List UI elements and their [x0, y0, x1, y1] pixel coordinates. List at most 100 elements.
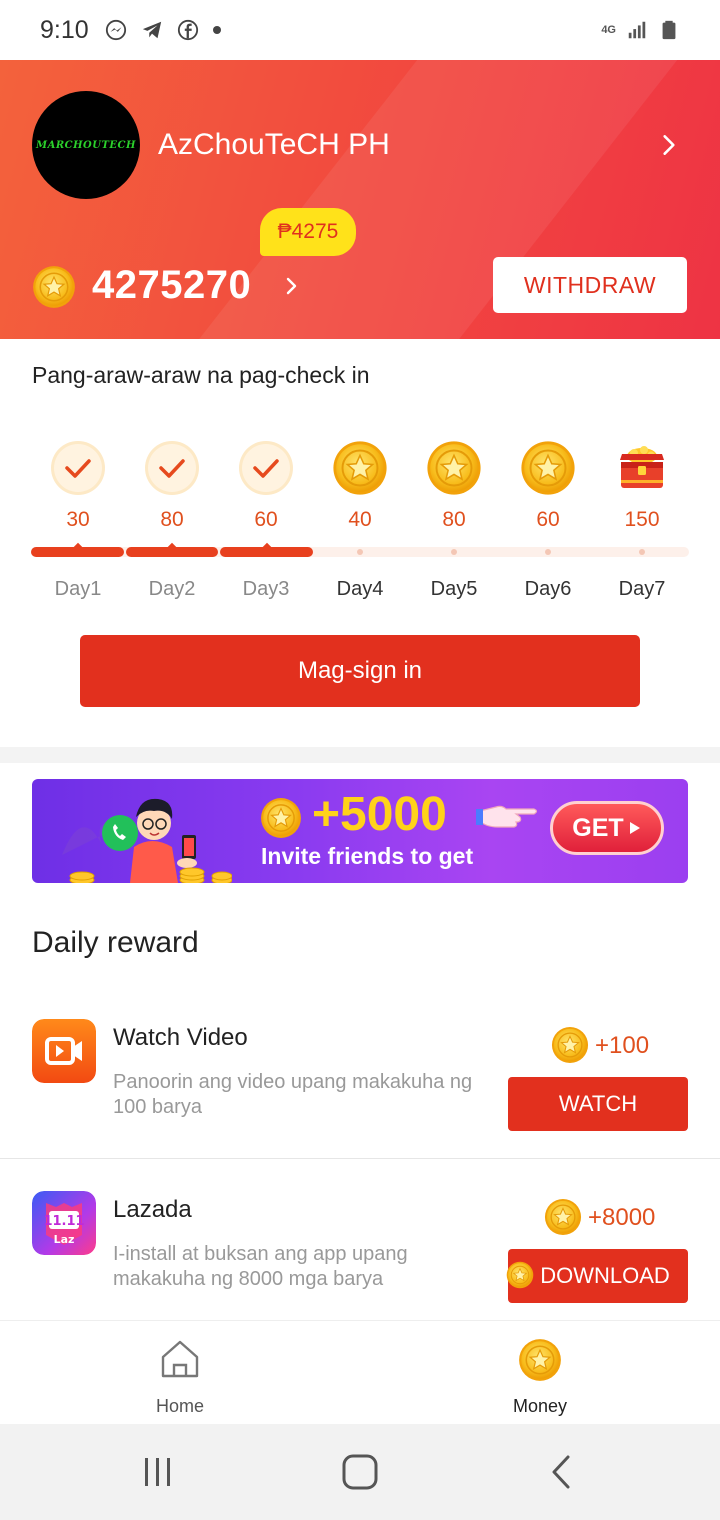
more-notifications-dot [212, 26, 221, 34]
task-row-watch-video: Watch Video Panoorin ang video upang mak… [0, 998, 720, 1158]
day-points: 80 [160, 508, 184, 531]
svg-text:11.11: 11.11 [43, 1214, 84, 1229]
nav-item-money[interactable]: Money [450, 1321, 630, 1425]
avatar[interactable]: MARCHOUTECH [32, 91, 140, 199]
coin-icon [544, 1198, 582, 1236]
day-label: Day3 [242, 578, 290, 600]
bottom-navigation: Home Money [0, 1320, 720, 1424]
task-description: Panoorin ang video upang makakuha ng 100… [113, 1071, 473, 1118]
coin-icon [518, 1338, 562, 1382]
checkmark-icon [145, 441, 199, 495]
pointing-hand-icon [476, 805, 538, 828]
banner-text: Invite friends to get [261, 843, 474, 869]
coin-icon [520, 440, 576, 496]
facebook-icon [177, 19, 198, 41]
day-points: 60 [536, 508, 560, 531]
coin-icon [32, 265, 76, 309]
day-label: Day5 [430, 578, 478, 600]
checkin-day-7: 150 Day7 [595, 436, 689, 616]
checkin-day-3: 60 Day3 [219, 436, 313, 616]
chevron-right-icon[interactable] [282, 272, 302, 300]
home-icon [161, 1340, 199, 1378]
status-bar: 9:10 4G [0, 0, 720, 60]
recent-apps-icon[interactable] [138, 1454, 178, 1490]
day-label: Day2 [148, 578, 196, 600]
day-points: 40 [348, 508, 372, 531]
progress-segment [31, 542, 124, 557]
home-button-icon[interactable] [340, 1454, 380, 1490]
profile-header: MARCHOUTECH AzChouTeCH PH ₱4275 4275270 … [0, 60, 720, 339]
nav-label: Money [512, 1396, 568, 1416]
progress-dot [639, 549, 645, 555]
row-divider [0, 1158, 720, 1159]
task-row-lazada: 11.11 Laz Lazada I-install at buksan ang… [0, 1170, 720, 1330]
progress-segment [126, 542, 218, 557]
section-divider [0, 747, 720, 763]
checkmark-icon [239, 441, 293, 495]
task-description: I-install at buksan ang app upang makaku… [113, 1243, 408, 1290]
day-points: 150 [624, 508, 660, 531]
day-label: Day7 [618, 578, 666, 600]
checkin-day-1: 30 Day1 [31, 436, 125, 616]
character-illustration [62, 798, 232, 883]
day-label: Day6 [524, 578, 572, 600]
coin-icon [260, 797, 302, 839]
checkin-day-5: 80 Day5 [407, 436, 501, 616]
checkin-title: Pang-araw-araw na pag-check in [32, 362, 370, 388]
coin-icon [426, 440, 482, 496]
treasure-chest-icon [620, 446, 664, 488]
task-title: Watch Video [113, 1024, 248, 1051]
chevron-right-icon[interactable] [656, 132, 682, 158]
day-points: 80 [442, 508, 466, 531]
get-button-label: GET [572, 813, 624, 842]
banner-amount: +5000 [312, 788, 447, 841]
nav-label: Home [155, 1396, 204, 1416]
username[interactable]: AzChouTeCH PH [158, 128, 390, 162]
invite-friends-banner[interactable]: +5000 Invite friends to get GET [32, 779, 688, 883]
progress-dot [451, 549, 457, 555]
messenger-icon [105, 19, 126, 41]
day-label: Day4 [336, 578, 384, 600]
status-time: 9:10 [40, 15, 89, 44]
checkin-day-2: 80 Day2 [125, 436, 219, 616]
withdraw-button[interactable]: WITHDRAW [493, 257, 687, 313]
day-points: 30 [66, 508, 90, 531]
checkin-days: 30 Day1 80 Day2 60 Day3 40 Day4 80 Day5 … [31, 436, 689, 616]
day-label: Day1 [54, 578, 102, 600]
checkin-day-6: 60 Day6 [501, 436, 595, 616]
telegram-icon [142, 21, 161, 39]
coin-balance[interactable]: 4275270 [92, 263, 251, 308]
coin-icon [332, 440, 388, 496]
coin-icon [506, 1261, 534, 1289]
coin-icon [551, 1026, 589, 1064]
back-icon[interactable] [542, 1454, 582, 1490]
get-button[interactable]: GET [550, 801, 664, 855]
task-reward: +100 [595, 1032, 650, 1059]
lazada-app-icon: 11.11 Laz [32, 1191, 96, 1255]
signal-icon [628, 21, 646, 39]
nav-item-home[interactable]: Home [90, 1321, 270, 1425]
video-app-icon [32, 1019, 96, 1083]
system-status-icons: 4G [601, 19, 680, 41]
battery-icon [662, 20, 676, 40]
system-navigation-bar [0, 1424, 720, 1520]
network-type: 4G [601, 24, 616, 36]
svg-text:Laz: Laz [54, 1233, 75, 1246]
daily-reward-title: Daily reward [32, 926, 199, 959]
progress-segment [220, 542, 313, 557]
watch-button[interactable]: WATCH [508, 1077, 688, 1131]
checkmark-icon [51, 441, 105, 495]
progress-dot [545, 549, 551, 555]
sign-in-button[interactable]: Mag-sign in [80, 635, 640, 707]
task-reward: +8000 [588, 1204, 656, 1231]
task-title: Lazada [113, 1196, 192, 1223]
download-button-label: DOWNLOAD [540, 1263, 670, 1288]
progress-dot [357, 549, 363, 555]
notification-icons [105, 19, 221, 41]
download-button[interactable]: DOWNLOAD [508, 1249, 688, 1303]
peso-balance-badge: ₱4275 [260, 208, 356, 256]
checkin-day-4: 40 Day4 [313, 436, 407, 616]
play-arrow-icon [629, 822, 640, 834]
checkin-progress-track [31, 542, 689, 557]
avatar-logo-text: MARCHOUTECH [36, 139, 136, 151]
